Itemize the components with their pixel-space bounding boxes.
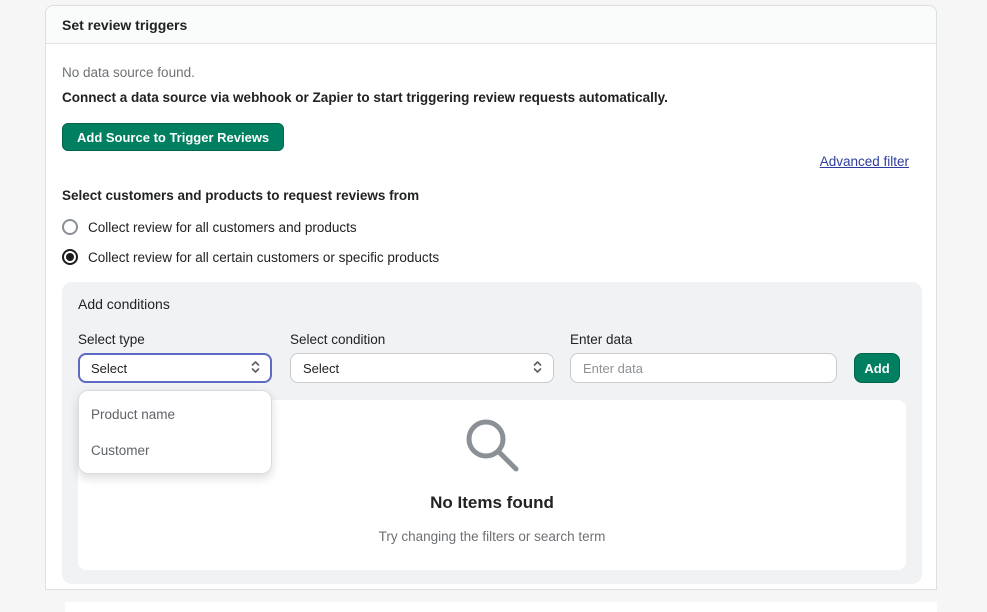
card-title: Set review triggers [62, 17, 187, 33]
type-select-dropdown: Product name Customer [78, 390, 272, 474]
review-triggers-card: Set review triggers No data source found… [45, 5, 937, 590]
condition-select-value: Select [303, 361, 339, 376]
advanced-filter-link[interactable]: Advanced filter [820, 154, 909, 169]
add-condition-button[interactable]: Add [854, 353, 900, 383]
add-source-button[interactable]: Add Source to Trigger Reviews [62, 123, 284, 151]
type-select-value: Select [91, 361, 127, 376]
add-conditions-panel: Add conditions Select type Select condit… [62, 282, 922, 584]
add-conditions-title: Add conditions [78, 296, 170, 312]
radio-label: Collect review for all certain customers… [88, 250, 439, 265]
empty-state-subtitle: Try changing the filters or search term [78, 529, 906, 544]
no-data-source-text: No data source found. [62, 65, 195, 80]
radio-all-customers[interactable]: Collect review for all customers and pro… [62, 219, 357, 235]
empty-state-title: No Items found [78, 493, 906, 513]
dropdown-option-product-name[interactable]: Product name [79, 396, 271, 432]
select-condition-label: Select condition [290, 332, 385, 347]
updown-chevron-icon [532, 359, 543, 378]
radio-circle-unselected[interactable] [62, 219, 78, 235]
enter-data-label: Enter data [570, 332, 632, 347]
dropdown-option-customer[interactable]: Customer [79, 432, 271, 468]
radio-label: Collect review for all customers and pro… [88, 220, 357, 235]
radio-certain-customers[interactable]: Collect review for all certain customers… [62, 249, 439, 265]
next-card-edge [65, 602, 937, 612]
connect-data-source-text: Connect a data source via webhook or Zap… [62, 90, 668, 105]
updown-chevron-icon [250, 359, 261, 378]
radio-circle-selected[interactable] [62, 249, 78, 265]
select-type-label: Select type [78, 332, 145, 347]
condition-select[interactable]: Select [290, 353, 554, 383]
select-customers-label: Select customers and products to request… [62, 188, 419, 203]
type-select[interactable]: Select [78, 353, 272, 383]
enter-data-input[interactable] [570, 353, 837, 383]
page: { "card": { "title": "Set review trigger… [0, 0, 987, 612]
card-header: Set review triggers [46, 6, 936, 44]
